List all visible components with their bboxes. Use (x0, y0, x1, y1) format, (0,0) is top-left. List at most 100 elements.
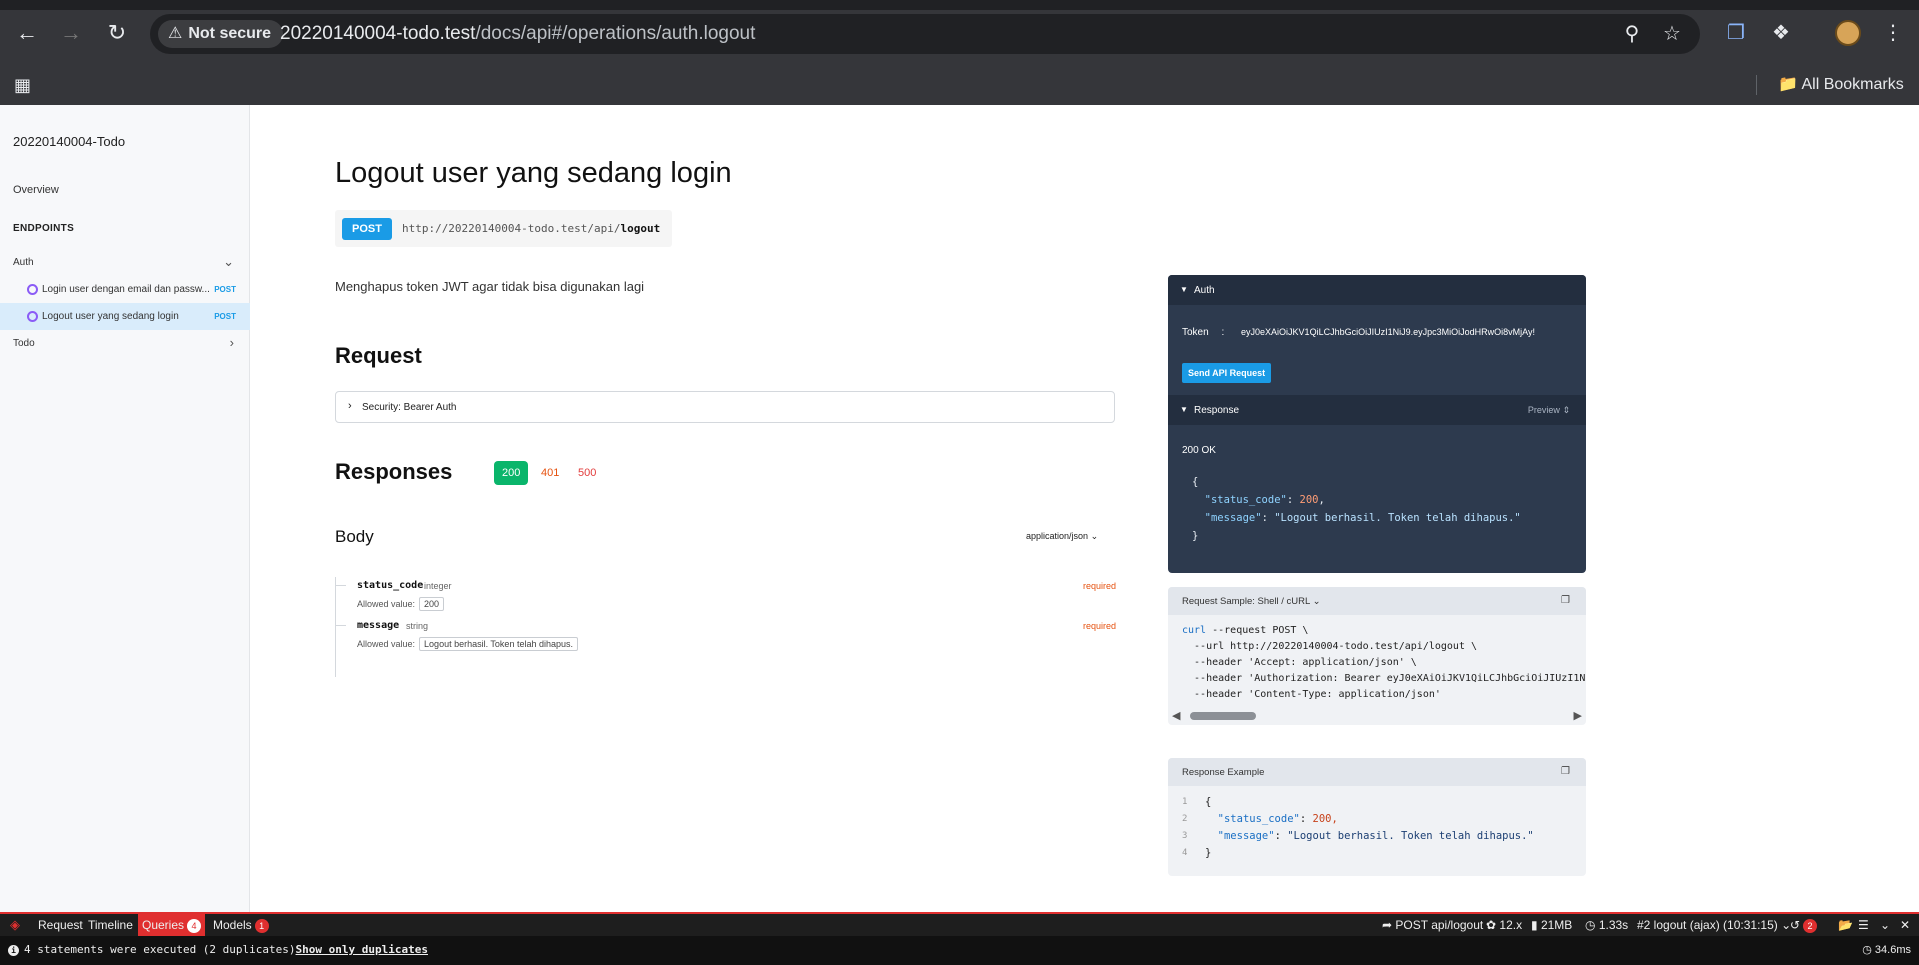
debug-tab-models[interactable]: Models 1 (209, 914, 273, 936)
address-bar[interactable]: ⚠ Not secure 20220140004-todo.test/docs/a… (150, 14, 1700, 54)
response-example-header: Response Example ❐ (1168, 758, 1586, 786)
code-line: 2 "status_code": 200, (1182, 813, 1338, 825)
browser-toolbar: ← → ↻ ⚠ Not secure 20220140004-todo.test/… (0, 0, 1919, 65)
leaf-icon: ✿ (1486, 918, 1497, 932)
response-tab-401[interactable]: 401 (533, 461, 567, 485)
token-label: Token (1182, 327, 1209, 338)
tree-connector (336, 585, 346, 586)
not-secure-badge[interactable]: ⚠ Not secure (158, 20, 284, 48)
all-bookmarks-button[interactable]: 📁 All Bookmarks (1778, 75, 1904, 95)
copy-icon[interactable]: ❐ (1561, 766, 1570, 777)
request-select[interactable]: #2 logout (ajax) (10:31:15) ⌄ (1637, 914, 1791, 936)
auth-section-header[interactable]: ▼ Auth (1168, 275, 1586, 305)
sidebar-group-auth[interactable]: Auth ⌄ (0, 249, 250, 276)
laravel-logo-icon[interactable]: ◈ (10, 918, 24, 932)
copy-icon[interactable]: ❐ (1561, 595, 1570, 606)
debug-tab-queries[interactable]: Queries 4 (138, 914, 206, 936)
response-body: { "status_code": 200, "message": "Logout… (1192, 476, 1521, 542)
schema-field: status_code integer required Allowed val… (336, 577, 1116, 617)
preview-select[interactable]: Preview ⇕ (1528, 405, 1570, 416)
close-icon[interactable]: ✕ (1900, 914, 1910, 936)
response-tab-200[interactable]: 200 (494, 461, 529, 485)
sidebar-item-overview[interactable]: Overview (13, 184, 59, 196)
chevron-right-icon: › (348, 400, 352, 412)
field-name: status_code (357, 580, 424, 591)
debug-tab-request[interactable]: Request (34, 914, 87, 936)
history-icon: ↺ (1790, 918, 1801, 932)
laravel-debugbar: ◈ Request Timeline Queries 4 Models 1 ➦ PO… (0, 912, 1919, 936)
folder-icon: 📁 (1778, 76, 1798, 93)
endpoint-icon (27, 311, 38, 322)
history-button[interactable]: ↺ 2 (1790, 914, 1818, 936)
folder-open-icon[interactable]: 📂 (1838, 914, 1853, 936)
security-accordion[interactable]: › Security: Bearer Auth (335, 391, 1115, 423)
triangle-down-icon: ▼ (1180, 285, 1188, 294)
models-count-badge: 1 (254, 919, 269, 933)
route-info: ➦ POST api/logout (1382, 918, 1484, 932)
sidebar-item-logout[interactable]: Logout user yang sedang login POST (0, 303, 250, 330)
code-line: 3 "message": "Logout berhasil. Token tel… (1182, 830, 1534, 842)
clock-icon: ◷ (1585, 918, 1596, 932)
endpoint-url-box: POST http://20220140004-todo.test/api/lo… (335, 210, 673, 247)
method-badge: POST (214, 312, 236, 321)
share-icon: ➦ (1382, 918, 1393, 932)
method-badge: POST (342, 217, 392, 240)
reload-icon[interactable]: ↻ (104, 20, 130, 46)
chevron-down-icon: ⌄ (223, 254, 234, 269)
sidebar-title: 20220140004-Todo (13, 134, 126, 149)
zoom-icon[interactable]: ⚲ (1620, 22, 1644, 46)
copy-extension-icon[interactable]: ❐ (1723, 20, 1749, 46)
sidebar-group-todo[interactable]: Todo › (0, 330, 250, 357)
field-type: integer (424, 581, 452, 591)
settings-icon[interactable]: ☰ (1858, 914, 1869, 936)
extensions-puzzle-icon[interactable]: ❖ (1768, 20, 1794, 46)
chevron-right-icon: › (229, 335, 234, 350)
url-text[interactable]: 20220140004-todo.test/docs/api#/operatio… (280, 23, 755, 45)
schema-tree: status_code integer required Allowed val… (335, 577, 1116, 677)
allowed-value-row: Allowed value: 200 (357, 597, 445, 611)
duration-info: ◷ 1.33s (1585, 918, 1629, 932)
version-info: ✿ 12.x (1486, 918, 1523, 932)
debugbar-status-bar: i4 statements were executed (2 duplicate… (0, 936, 1919, 965)
request-sample-header: Request Sample: Shell / cURL ⌄ ❐ (1168, 587, 1586, 615)
docs-sidebar: 20220140004-Todo Overview ENDPOINTS Auth… (0, 105, 250, 912)
scroll-right-icon[interactable]: ▶ (1574, 709, 1582, 722)
chevron-down-icon: ⌄ (1312, 596, 1321, 607)
sort-icon: ⇕ (1562, 405, 1570, 415)
clock-icon: ◷ (1862, 944, 1872, 956)
tab-strip (0, 0, 1919, 10)
content-type-select[interactable]: application/json ⌄ (1026, 531, 1098, 542)
send-api-request-button[interactable]: Send API Request (1182, 363, 1272, 383)
show-duplicates-link[interactable]: Show only duplicates (296, 943, 428, 956)
back-arrow-icon[interactable]: ← (14, 20, 40, 46)
method-badge: POST (214, 285, 236, 294)
memory-icon: ▮ (1531, 918, 1538, 932)
token-row: Token : eyJ0eXAiOiJKV1QiLCJhbGciOiJIUzI1… (1182, 327, 1535, 338)
star-icon[interactable]: ☆ (1660, 22, 1684, 46)
required-label: required (1082, 621, 1116, 631)
required-label: required (1082, 581, 1116, 591)
response-status: 200 OK (1182, 445, 1216, 456)
forward-arrow-icon[interactable]: → (58, 20, 84, 46)
token-input[interactable]: eyJ0eXAiOiJKV1QiLCJhbGciOiJIUzI1NiJ9.eyJ… (1241, 327, 1535, 337)
request-sample-panel: Request Sample: Shell / cURL ⌄ ❐ curl --… (1168, 587, 1586, 725)
chevron-down-icon: ⌄ (1090, 531, 1099, 541)
responses-heading: Responses (335, 459, 453, 484)
memory-info: ▮ 21MB (1531, 918, 1573, 932)
response-section-header[interactable]: ▼ Response Preview ⇕ (1168, 395, 1586, 425)
menu-kebab-icon[interactable]: ⋮ (1880, 20, 1906, 46)
language-select[interactable]: Request Sample: Shell / cURL ⌄ (1182, 596, 1321, 607)
endpoints-heading: ENDPOINTS (13, 223, 75, 234)
code-line: 1{ (1182, 796, 1212, 808)
sidebar-item-login[interactable]: Login user dengan email dan passw... POS… (0, 276, 250, 303)
debug-tab-timeline[interactable]: Timeline (84, 914, 137, 936)
apps-grid-icon[interactable]: ▦ (14, 75, 34, 95)
avatar[interactable] (1835, 20, 1861, 46)
endpoint-description: Menghapus token JWT agar tidak bisa digu… (335, 279, 645, 294)
minimize-chevron-icon[interactable]: ⌄ (1880, 914, 1890, 936)
scroll-thumb[interactable] (1190, 712, 1256, 720)
scroll-left-icon[interactable]: ◀ (1172, 709, 1180, 722)
endpoint-url: http://20220140004-todo.test/api/logout (401, 222, 661, 235)
horizontal-scrollbar[interactable]: ◀ ▶ (1168, 709, 1586, 723)
response-tab-500[interactable]: 500 (570, 461, 604, 485)
